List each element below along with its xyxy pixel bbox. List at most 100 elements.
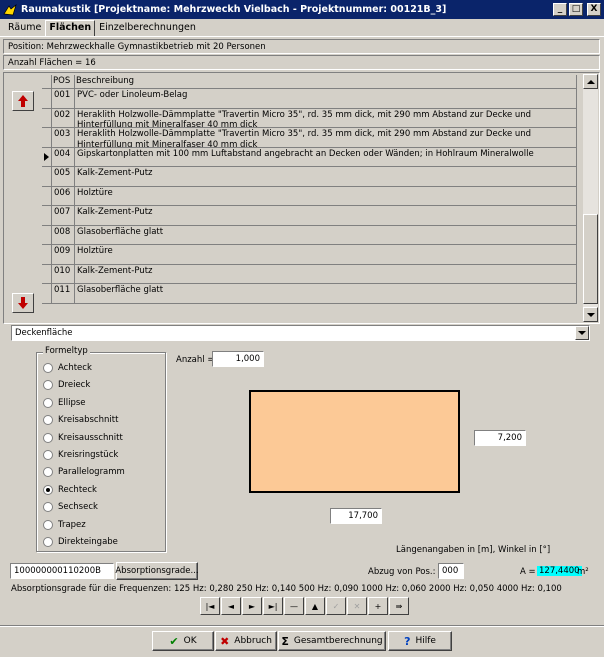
absorption-button[interactable]: Absorptionsgrade... <box>115 562 199 580</box>
prior-record-button[interactable]: ◄ <box>221 597 241 615</box>
cell-description[interactable]: Heraklith Holzwolle-Dämmplatte "Traverti… <box>75 128 577 147</box>
absorption-code-input[interactable]: 100000000110200B <box>10 563 114 579</box>
dropdown-button[interactable] <box>575 326 589 340</box>
radio-kreisringstück[interactable]: Kreisringstück <box>43 448 118 462</box>
height-input[interactable]: 7,200 <box>474 430 526 446</box>
cancel-record-button[interactable]: ✕ <box>347 597 367 615</box>
cell-description[interactable]: Kalk-Zement-Putz <box>75 206 577 225</box>
radio-button[interactable] <box>43 484 53 495</box>
radio-button[interactable] <box>43 519 53 530</box>
width-input[interactable]: 17,700 <box>330 508 382 524</box>
radio-button[interactable] <box>43 363 53 373</box>
maximize-button[interactable]: □ <box>569 3 583 16</box>
post-record-button[interactable]: ✓ <box>326 597 346 615</box>
cell-pos[interactable]: 006 <box>52 186 75 205</box>
radio-rechteck[interactable]: Rechteck <box>43 483 97 497</box>
radio-button[interactable] <box>43 432 53 443</box>
table-row[interactable]: 008 Glasoberfläche glatt <box>42 225 577 245</box>
cell-pos[interactable]: 001 <box>52 89 75 108</box>
tab-strip: Räume Flächen Einzelberechnungen <box>4 20 200 37</box>
table-row[interactable]: 006 Holztüre <box>42 186 577 206</box>
header-description[interactable]: Beschreibung <box>75 75 577 88</box>
abzug-input[interactable]: 000 <box>438 563 464 579</box>
delete-record-button[interactable]: — <box>284 597 304 615</box>
absorption-frequencies: Absorptionsgrade für die Frequenzen: 125… <box>11 584 562 594</box>
surface-table[interactable]: POS Beschreibung 001 PVC- oder Linoleum-B… <box>42 75 577 321</box>
radio-button[interactable] <box>43 415 53 426</box>
radio-button[interactable] <box>43 502 53 513</box>
scroll-up-button[interactable] <box>583 74 598 89</box>
cell-description[interactable]: Kalk-Zement-Putz <box>75 167 577 186</box>
scroll-thumb[interactable] <box>583 214 598 304</box>
vertical-scrollbar[interactable] <box>583 74 598 322</box>
ok-button[interactable]: ✔ OK <box>152 631 214 651</box>
cell-pos[interactable]: 007 <box>52 206 75 225</box>
table-row[interactable]: 010 Kalk-Zement-Putz <box>42 264 577 284</box>
edit-record-icon: ▲ <box>311 601 319 611</box>
scroll-down-icon <box>586 312 595 317</box>
cell-pos[interactable]: 011 <box>52 284 75 303</box>
table-row[interactable]: 005 Kalk-Zement-Putz <box>42 167 577 187</box>
table-row[interactable]: 003 Heraklith Holzwolle-Dämmplatte "Trave… <box>42 128 577 148</box>
table-row[interactable]: 004 Gipskartonplatten mit 100 mm Luftabst… <box>42 147 577 167</box>
radio-button[interactable] <box>43 450 53 460</box>
cell-description[interactable]: PVC- oder Linoleum-Belag <box>75 89 577 108</box>
scroll-down-button[interactable] <box>583 307 598 322</box>
radio-trapez[interactable]: Trapez <box>43 518 86 532</box>
cell-pos[interactable]: 005 <box>52 167 75 186</box>
cell-description[interactable]: Kalk-Zement-Putz <box>75 264 577 283</box>
cell-pos[interactable]: 008 <box>52 225 75 244</box>
cell-description[interactable]: Gipskartonplatten mit 100 mm Luftabstand… <box>75 147 577 166</box>
cell-description[interactable]: Glasoberfläche glatt <box>75 284 577 303</box>
radio-button[interactable] <box>43 537 53 547</box>
anzahl-input[interactable]: 1,000 <box>212 351 264 367</box>
edit-record-button[interactable]: ▲ <box>305 597 325 615</box>
table-row[interactable]: 002 Heraklith Holzwolle-Dämmplatte "Trave… <box>42 108 577 128</box>
radio-kreisabschnitt[interactable]: Kreisabschnitt <box>43 413 118 427</box>
header-pos[interactable]: POS <box>52 75 75 88</box>
radio-dreieck[interactable]: Dreieck <box>43 378 90 392</box>
radio-direkteingabe[interactable]: Direkteingabe <box>43 535 118 549</box>
radio-label: Kreisringstück <box>58 450 119 460</box>
radio-ellipse[interactable]: Ellipse <box>43 396 86 410</box>
cell-description[interactable]: Holztüre <box>75 245 577 264</box>
cell-description[interactable]: Holztüre <box>75 186 577 205</box>
tab-raeume[interactable]: Räume <box>4 20 45 36</box>
radio-parallelogramm[interactable]: Parallelogramm <box>43 465 125 479</box>
move-down-button[interactable] <box>12 293 34 313</box>
tab-flaechen[interactable]: Flächen <box>45 20 96 37</box>
tab-einzelberechnungen[interactable]: Einzelberechnungen <box>95 20 200 36</box>
first-record-button[interactable]: |◄ <box>200 597 220 615</box>
cell-pos[interactable]: 002 <box>52 108 75 127</box>
next-record-button[interactable]: ► <box>242 597 262 615</box>
prior-record-icon: ◄ <box>227 601 235 611</box>
total-calculation-button[interactable]: Σ Gesamtberechnung <box>278 631 386 651</box>
radio-achteck[interactable]: Achteck <box>43 361 92 375</box>
move-record-button[interactable]: ⇛ <box>389 597 409 615</box>
table-row[interactable]: 011 Glasoberfläche glatt <box>42 284 577 304</box>
cell-description[interactable]: Heraklith Holzwolle-Dämmplatte "Traverti… <box>75 108 577 127</box>
table-row[interactable]: 009 Holztüre <box>42 245 577 265</box>
table-row[interactable]: 007 Kalk-Zement-Putz <box>42 206 577 226</box>
surface-type-select[interactable]: Deckenfläche <box>11 325 590 341</box>
radio-sechseck[interactable]: Sechseck <box>43 500 98 514</box>
cell-description[interactable]: Glasoberfläche glatt <box>75 225 577 244</box>
cell-pos[interactable]: 004 <box>52 147 75 166</box>
radio-label: Dreieck <box>58 380 91 391</box>
close-button[interactable]: X <box>587 3 601 16</box>
radio-button[interactable] <box>43 397 53 408</box>
move-up-button[interactable] <box>12 91 34 111</box>
last-record-button[interactable]: ►| <box>263 597 283 615</box>
radio-button[interactable] <box>43 380 53 391</box>
cell-pos[interactable]: 003 <box>52 128 75 147</box>
cell-pos[interactable]: 009 <box>52 245 75 264</box>
minimize-button[interactable]: _ <box>553 3 567 16</box>
cancel-button[interactable]: ✖ Abbruch <box>215 631 277 651</box>
table-row[interactable]: 001 PVC- oder Linoleum-Belag <box>42 89 577 109</box>
radio-label: Rechteck <box>58 484 97 495</box>
cell-pos[interactable]: 010 <box>52 264 75 283</box>
insert-record-button[interactable]: + <box>368 597 388 615</box>
radio-kreisausschnitt[interactable]: Kreisausschnitt <box>43 431 123 445</box>
help-button[interactable]: ? Hilfe <box>388 631 452 651</box>
radio-button[interactable] <box>43 467 53 478</box>
